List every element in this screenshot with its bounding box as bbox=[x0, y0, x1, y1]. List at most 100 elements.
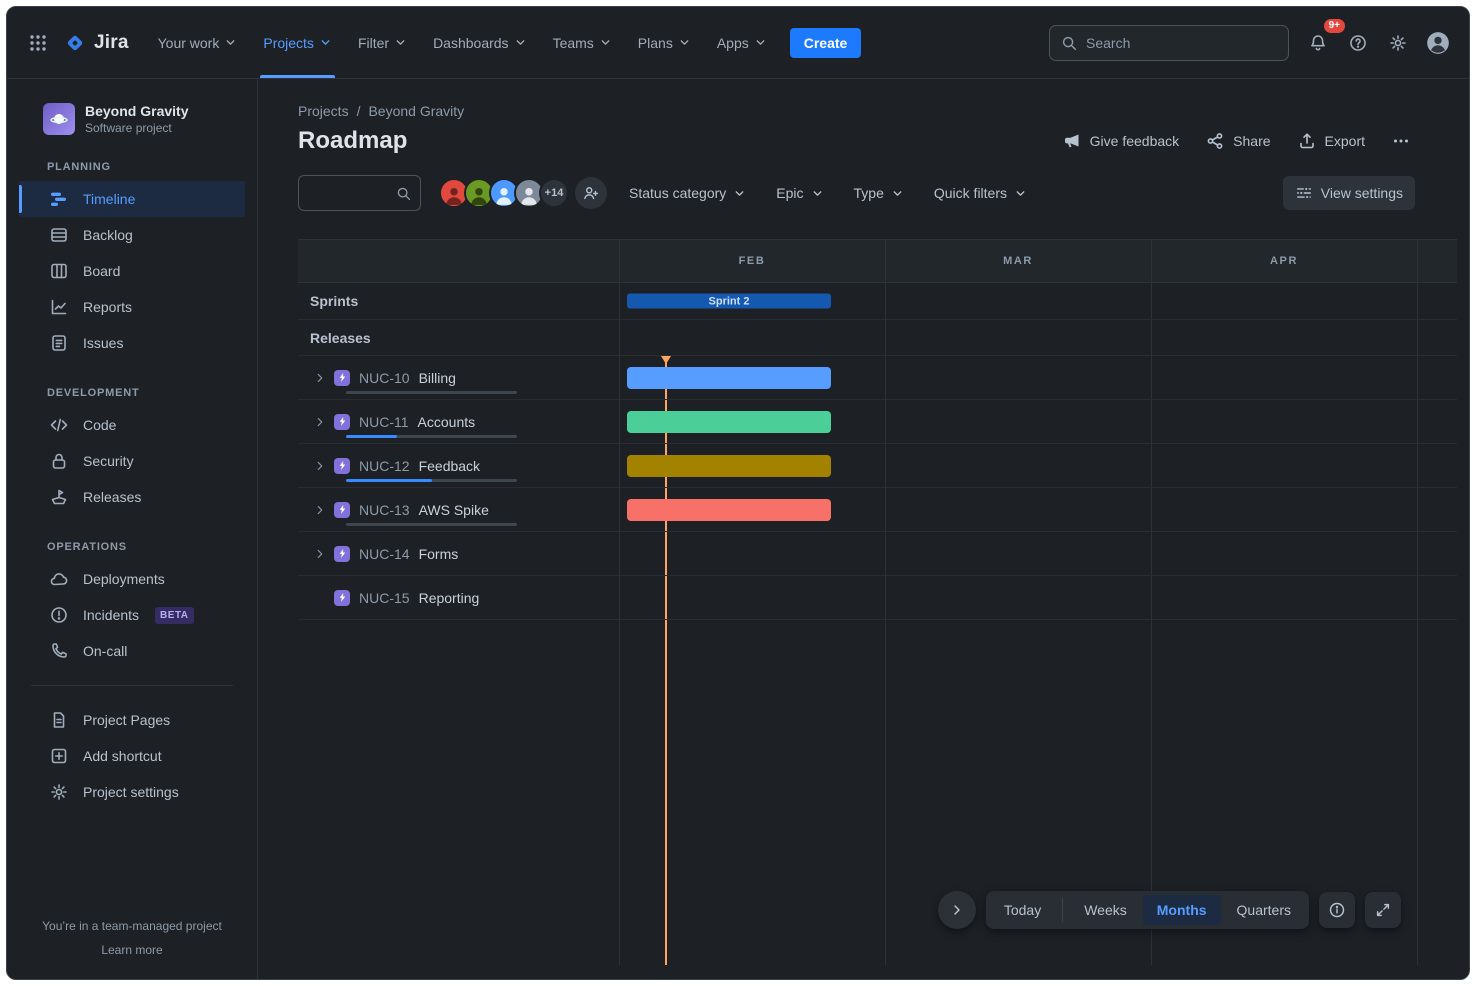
jira-logo-text: Jira bbox=[94, 32, 129, 54]
nav-spacer bbox=[861, 7, 1049, 78]
epic-bar[interactable] bbox=[627, 367, 831, 389]
jira-logo[interactable]: Jira bbox=[63, 31, 129, 55]
releases-label-cell[interactable]: Releases bbox=[298, 320, 619, 355]
month-label: APR bbox=[1151, 240, 1417, 282]
sidebar-item-add-shortcut[interactable]: Add shortcut bbox=[19, 738, 245, 774]
breadcrumb-project-name[interactable]: Beyond Gravity bbox=[368, 103, 464, 119]
filter-label: Quick filters bbox=[934, 185, 1007, 201]
expand-epic-button[interactable] bbox=[310, 412, 330, 432]
sidebar-item-board[interactable]: Board bbox=[19, 253, 245, 289]
epic-bar[interactable] bbox=[627, 411, 831, 433]
sprints-label-cell[interactable]: Sprints bbox=[298, 283, 619, 319]
sidebar-item-reports[interactable]: Reports bbox=[19, 289, 245, 325]
sidebar-item-security[interactable]: Security bbox=[19, 443, 245, 479]
nav-filter[interactable]: Filter bbox=[345, 7, 420, 78]
notifications-button[interactable]: 9+ bbox=[1301, 26, 1335, 60]
nav-label: Filter bbox=[358, 35, 389, 51]
nav-apps[interactable]: Apps bbox=[704, 7, 780, 78]
nav-teams[interactable]: Teams bbox=[540, 7, 625, 78]
chevron-down-icon bbox=[319, 36, 332, 49]
more-actions-button[interactable] bbox=[1391, 131, 1411, 151]
timeline-header-spacer bbox=[298, 240, 619, 282]
help-button[interactable] bbox=[1341, 26, 1375, 60]
sidebar-item-code[interactable]: Code bbox=[19, 407, 245, 443]
expand-epic-button[interactable] bbox=[310, 500, 330, 520]
epic-name-cell[interactable]: NUC-15 Reporting bbox=[298, 576, 619, 619]
expand-epic-button[interactable] bbox=[310, 456, 330, 476]
app-switcher-button[interactable] bbox=[21, 26, 55, 60]
sidebar-item-deployments[interactable]: Deployments bbox=[19, 561, 245, 597]
nav-dashboards[interactable]: Dashboards bbox=[420, 7, 540, 78]
epic-name-cell[interactable]: NUC-12 Feedback bbox=[298, 444, 619, 487]
status-category-filter[interactable]: Status category bbox=[621, 177, 754, 209]
sidebar-item-releases[interactable]: Releases bbox=[19, 479, 245, 515]
avatar-overflow[interactable]: +14 bbox=[539, 178, 569, 208]
chevron-right-icon bbox=[313, 459, 327, 473]
sidebar-item-issues[interactable]: Issues bbox=[19, 325, 245, 361]
give-feedback-button[interactable]: Give feedback bbox=[1062, 131, 1180, 151]
today-button[interactable]: Today bbox=[990, 895, 1055, 925]
share-button[interactable]: Share bbox=[1205, 131, 1270, 151]
zoom-quarters-button[interactable]: Quarters bbox=[1223, 895, 1305, 925]
settings-button[interactable] bbox=[1381, 26, 1415, 60]
profile-button[interactable] bbox=[1421, 26, 1455, 60]
type-filter[interactable]: Type bbox=[846, 177, 912, 209]
sidebar-item-label: On-call bbox=[83, 643, 127, 659]
nav-projects[interactable]: Projects bbox=[250, 7, 345, 78]
chevron-right-icon bbox=[313, 547, 327, 561]
epic-name-cell[interactable]: NUC-11 Accounts bbox=[298, 400, 619, 443]
phone-icon bbox=[49, 641, 69, 661]
share-icon bbox=[1205, 131, 1225, 151]
epic-row-nuc-11: NUC-11 Accounts bbox=[298, 400, 1457, 444]
sidebar-item-project-pages[interactable]: Project Pages bbox=[19, 702, 245, 738]
timeline-search-input[interactable] bbox=[309, 185, 395, 201]
planet-icon bbox=[49, 109, 69, 129]
epic-key: NUC-14 bbox=[359, 546, 410, 562]
nav-your-work[interactable]: Your work bbox=[145, 7, 251, 78]
scroll-right-button[interactable] bbox=[938, 891, 976, 929]
sidebar-item-label: Project Pages bbox=[83, 712, 170, 728]
issues-icon bbox=[49, 333, 69, 353]
fullscreen-button[interactable] bbox=[1365, 892, 1401, 928]
sidebar-item-backlog[interactable]: Backlog bbox=[19, 217, 245, 253]
sprint-bar[interactable]: Sprint 2 bbox=[627, 294, 831, 309]
project-header[interactable]: Beyond Gravity Software project bbox=[17, 103, 247, 135]
sidebar-item-timeline[interactable]: Timeline bbox=[19, 181, 245, 217]
expand-epic-button[interactable] bbox=[310, 368, 330, 388]
epic-name-cell[interactable]: NUC-14 Forms bbox=[298, 532, 619, 575]
expand-epic-button[interactable] bbox=[310, 544, 330, 564]
chevron-down-icon bbox=[678, 36, 691, 49]
app-shell: Beyond Gravity Software project PLANNING… bbox=[7, 79, 1469, 979]
epic-filter[interactable]: Epic bbox=[768, 177, 831, 209]
export-button[interactable]: Export bbox=[1297, 131, 1365, 151]
global-search[interactable] bbox=[1049, 25, 1289, 61]
add-people-button[interactable] bbox=[575, 177, 607, 209]
global-search-input[interactable] bbox=[1086, 35, 1278, 51]
sidebar-item-incidents[interactable]: Incidents BETA bbox=[19, 597, 245, 633]
epic-bar[interactable] bbox=[627, 499, 831, 521]
timeline-search[interactable] bbox=[298, 175, 421, 211]
epic-key: NUC-12 bbox=[359, 458, 410, 474]
person-icon bbox=[468, 184, 490, 206]
nav-plans[interactable]: Plans bbox=[625, 7, 704, 78]
epic-name-cell[interactable]: NUC-13 AWS Spike bbox=[298, 488, 619, 531]
sidebar-item-on-call[interactable]: On-call bbox=[19, 633, 245, 669]
chevron-down-icon bbox=[514, 36, 527, 49]
epic-name-cell[interactable]: NUC-10 Billing bbox=[298, 356, 619, 399]
learn-more-link[interactable]: Learn more bbox=[101, 943, 162, 957]
quick-filters[interactable]: Quick filters bbox=[926, 177, 1035, 209]
incident-icon bbox=[49, 605, 69, 625]
zoom-weeks-button[interactable]: Weeks bbox=[1070, 895, 1141, 925]
epic-title: AWS Spike bbox=[419, 502, 489, 518]
sidebar-item-project-settings[interactable]: Project settings bbox=[19, 774, 245, 810]
view-settings-button[interactable]: View settings bbox=[1283, 176, 1415, 210]
nav-label: Apps bbox=[717, 35, 749, 51]
breadcrumb-projects[interactable]: Projects bbox=[298, 103, 349, 119]
epic-bar[interactable] bbox=[627, 455, 831, 477]
epic-chart-cell bbox=[619, 488, 1457, 531]
create-button[interactable]: Create bbox=[790, 28, 862, 58]
export-icon bbox=[1297, 131, 1317, 151]
zoom-months-button[interactable]: Months bbox=[1143, 895, 1221, 925]
info-button[interactable] bbox=[1319, 892, 1355, 928]
sidebar-item-label: Security bbox=[83, 453, 134, 469]
